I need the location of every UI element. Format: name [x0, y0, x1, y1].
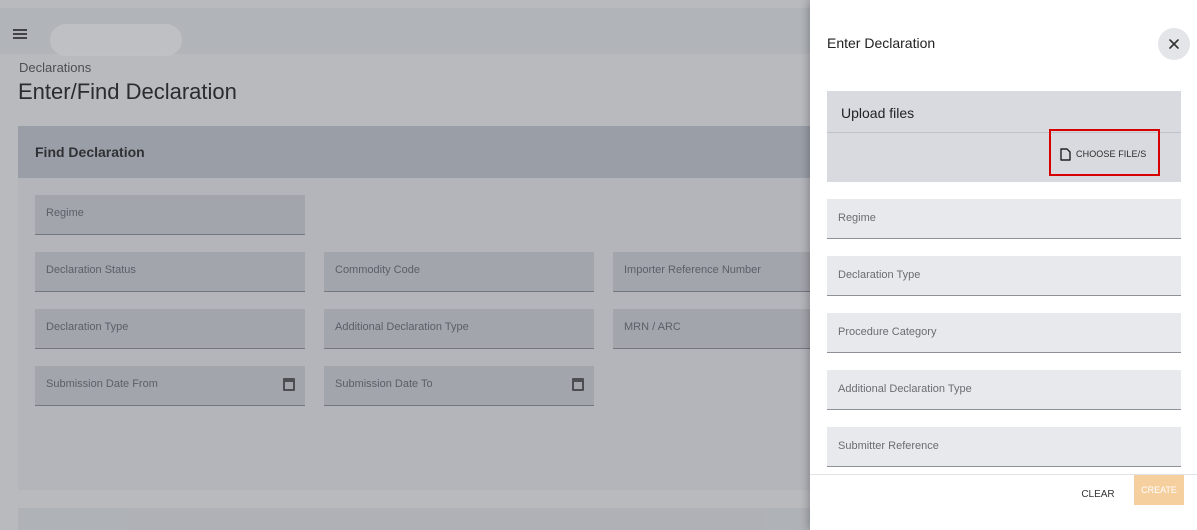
- submitter-reference-field[interactable]: Submitter Reference: [827, 427, 1181, 467]
- upload-files-title: Upload files: [841, 105, 915, 121]
- field-label: Procedure Category: [838, 326, 937, 338]
- field-label: Declaration Type: [838, 269, 921, 281]
- drawer-title: Enter Declaration: [827, 35, 936, 51]
- drawer-footer: CLEAR CREATE: [810, 474, 1197, 530]
- choose-files-label: CHOOSE FILE/S: [1076, 149, 1147, 159]
- upload-files-panel: Upload files CHOOSE FILE/S: [827, 91, 1181, 182]
- declaration-type-field[interactable]: Declaration Type: [827, 256, 1181, 296]
- field-label: Submitter Reference: [838, 440, 939, 452]
- close-button[interactable]: [1158, 28, 1190, 60]
- create-button[interactable]: CREATE: [1134, 475, 1184, 505]
- choose-files-highlight: CHOOSE FILE/S: [1049, 129, 1160, 176]
- procedure-category-field[interactable]: Procedure Category: [827, 313, 1181, 353]
- enter-declaration-drawer: Enter Declaration Upload files CHOOSE FI…: [810, 0, 1197, 530]
- clear-button[interactable]: CLEAR: [1072, 479, 1124, 509]
- choose-files-button[interactable]: CHOOSE FILE/S: [1060, 145, 1146, 163]
- additional-declaration-type-field[interactable]: Additional Declaration Type: [827, 370, 1181, 410]
- field-label: Additional Declaration Type: [838, 383, 972, 395]
- close-icon: [1169, 39, 1179, 49]
- field-label: Regime: [838, 212, 876, 224]
- regime-field[interactable]: Regime: [827, 199, 1181, 239]
- file-icon: [1060, 147, 1071, 161]
